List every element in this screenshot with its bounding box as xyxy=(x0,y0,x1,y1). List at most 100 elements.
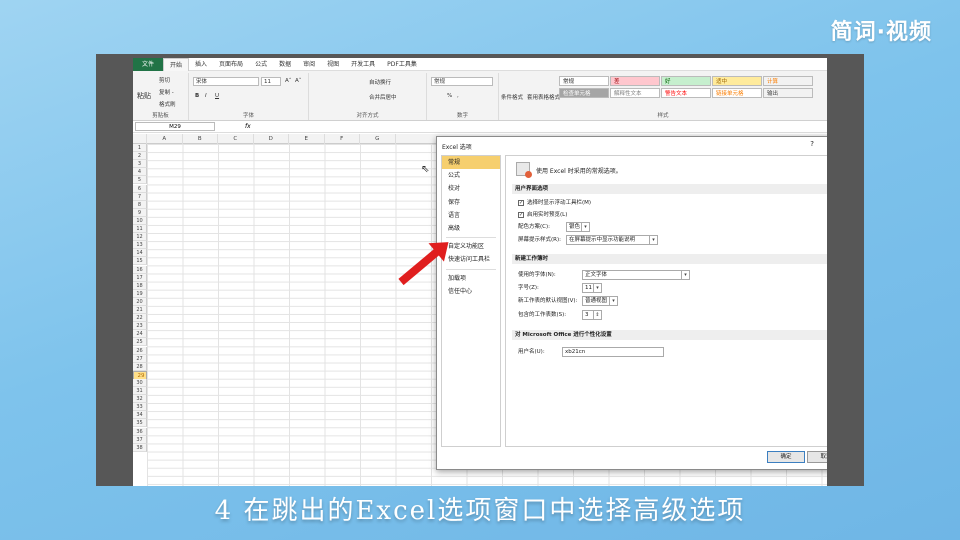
row-header[interactable]: 32 xyxy=(133,395,147,404)
row-header[interactable]: 31 xyxy=(133,387,147,396)
cell-style-option[interactable]: 检查单元格 xyxy=(559,88,609,98)
grow-font-button[interactable]: A˄ xyxy=(285,78,292,84)
font-size-select[interactable]: 11 xyxy=(261,77,281,86)
cell-style-option[interactable]: 好 xyxy=(661,76,711,86)
stepper-arrows-icon[interactable]: ⇕ xyxy=(593,311,601,319)
underline-button[interactable]: U xyxy=(215,93,219,99)
row-header[interactable]: 8 xyxy=(133,200,147,209)
nav-advanced[interactable]: 高级 xyxy=(442,222,500,235)
tab-formulas[interactable]: 公式 xyxy=(249,58,273,71)
tab-home[interactable]: 开始 xyxy=(163,58,190,71)
conditional-format-button[interactable]: 条件格式 xyxy=(501,93,523,101)
column-header[interactable]: F xyxy=(325,134,360,144)
default-font-select[interactable]: 正文字体 ▾ xyxy=(582,270,690,280)
row-header[interactable]: 38 xyxy=(133,443,147,452)
italic-button[interactable]: I xyxy=(205,93,207,99)
row-header[interactable]: 27 xyxy=(133,354,147,363)
tab-review[interactable]: 审阅 xyxy=(297,58,321,71)
row-header[interactable]: 5 xyxy=(133,176,147,185)
row-header[interactable]: 4 xyxy=(133,168,147,177)
cell-style-option[interactable]: 警告文本 xyxy=(661,88,711,98)
nav-save[interactable]: 保存 xyxy=(442,196,500,209)
table-format-button[interactable]: 套用表格格式 xyxy=(527,93,560,101)
wrap-text-button[interactable]: 自动换行 xyxy=(369,78,391,86)
cell-style-option[interactable]: 适中 xyxy=(712,76,762,86)
cell-style-option[interactable]: 链接单元格 xyxy=(712,88,762,98)
row-header[interactable]: 23 xyxy=(133,322,147,331)
ok-button[interactable]: 确定 xyxy=(767,451,805,463)
row-header[interactable]: 28 xyxy=(133,362,147,371)
row-header[interactable]: 37 xyxy=(133,435,147,444)
row-header[interactable]: 3 xyxy=(133,160,147,169)
font-name-select[interactable]: 宋体 xyxy=(193,77,259,86)
sheet-count-stepper[interactable]: 3 ⇕ xyxy=(582,310,602,320)
nav-formulas[interactable]: 公式 xyxy=(442,169,500,182)
row-header[interactable]: 19 xyxy=(133,289,147,298)
select-all-corner[interactable] xyxy=(133,134,147,144)
row-header[interactable]: 22 xyxy=(133,314,147,323)
row-header[interactable]: 26 xyxy=(133,346,147,355)
nav-trust-center[interactable]: 信任中心 xyxy=(442,285,500,298)
row-header[interactable]: 13 xyxy=(133,241,147,250)
checkbox-checked-icon[interactable]: ✓ xyxy=(518,199,524,206)
color-scheme-select[interactable]: 银色 ▾ xyxy=(566,222,590,232)
screentip-select[interactable]: 在屏幕提示中显示功能说明 ▾ xyxy=(566,235,658,245)
paste-button[interactable]: 粘贴 xyxy=(137,91,151,101)
cell-style-option[interactable]: 差 xyxy=(610,76,660,86)
row-header[interactable]: 14 xyxy=(133,249,147,258)
tab-view[interactable]: 视图 xyxy=(321,58,345,71)
row-header[interactable]: 1 xyxy=(133,144,147,153)
row-header[interactable]: 25 xyxy=(133,338,147,347)
name-box[interactable]: M29 xyxy=(135,122,215,131)
percent-button[interactable]: % xyxy=(447,93,452,99)
default-view-select[interactable]: 普通视图 ▾ xyxy=(582,296,618,306)
cell-style-option[interactable]: 输出 xyxy=(763,88,813,98)
help-icon[interactable]: ? xyxy=(810,140,814,148)
row-header[interactable]: 7 xyxy=(133,192,147,201)
row-header[interactable]: 15 xyxy=(133,257,147,266)
row-header[interactable]: 21 xyxy=(133,306,147,315)
live-preview-option[interactable]: ✓ 启用实时预览(L) xyxy=(518,211,567,219)
nav-language[interactable]: 语言 xyxy=(442,209,500,222)
number-format-select[interactable]: 常规 xyxy=(431,77,493,86)
tab-data[interactable]: 数据 xyxy=(273,58,297,71)
row-header[interactable]: 11 xyxy=(133,225,147,234)
row-header[interactable]: 6 xyxy=(133,184,147,193)
nav-proofing[interactable]: 校对 xyxy=(442,182,500,195)
username-input[interactable]: xb21cn xyxy=(562,347,664,357)
row-header[interactable]: 34 xyxy=(133,411,147,420)
row-header[interactable]: 30 xyxy=(133,378,147,387)
row-header[interactable]: 33 xyxy=(133,403,147,412)
copy-button[interactable]: 复制 - xyxy=(159,88,174,96)
row-header[interactable]: 35 xyxy=(133,419,147,428)
column-header[interactable]: D xyxy=(254,134,289,144)
checkbox-checked-icon[interactable]: ✓ xyxy=(518,211,524,218)
tab-insert[interactable]: 插入 xyxy=(189,58,213,71)
column-header[interactable]: B xyxy=(183,134,218,144)
cut-button[interactable]: 剪切 xyxy=(159,76,170,84)
row-header[interactable]: 17 xyxy=(133,273,147,282)
mini-toolbar-option[interactable]: ✓ 选择时显示浮动工具栏(M) xyxy=(518,199,591,207)
row-header[interactable]: 9 xyxy=(133,208,147,217)
row-header[interactable]: 18 xyxy=(133,281,147,290)
nav-general[interactable]: 常规 xyxy=(442,156,500,170)
row-header[interactable]: 36 xyxy=(133,427,147,436)
row-header[interactable]: 24 xyxy=(133,330,147,339)
column-header[interactable]: A xyxy=(147,134,183,144)
column-header[interactable]: C xyxy=(218,134,254,144)
fx-icon[interactable]: fx xyxy=(245,123,251,130)
tab-pdf-tools[interactable]: PDF工具集 xyxy=(381,58,423,71)
cell-style-option[interactable]: 计算 xyxy=(763,76,813,86)
shrink-font-button[interactable]: A˅ xyxy=(295,78,302,84)
column-header[interactable]: G xyxy=(360,134,396,144)
cell-style-option[interactable]: 解释性文本 xyxy=(610,88,660,98)
column-header[interactable]: E xyxy=(289,134,325,144)
tab-developer[interactable]: 开发工具 xyxy=(345,58,381,71)
row-header[interactable]: 2 xyxy=(133,152,147,161)
row-header[interactable]: 20 xyxy=(133,297,147,306)
bold-button[interactable]: B xyxy=(195,93,199,99)
row-header[interactable]: 12 xyxy=(133,233,147,242)
cancel-button[interactable]: 取消 xyxy=(807,451,827,463)
row-header[interactable]: 16 xyxy=(133,265,147,274)
comma-button[interactable]: , xyxy=(457,93,459,99)
